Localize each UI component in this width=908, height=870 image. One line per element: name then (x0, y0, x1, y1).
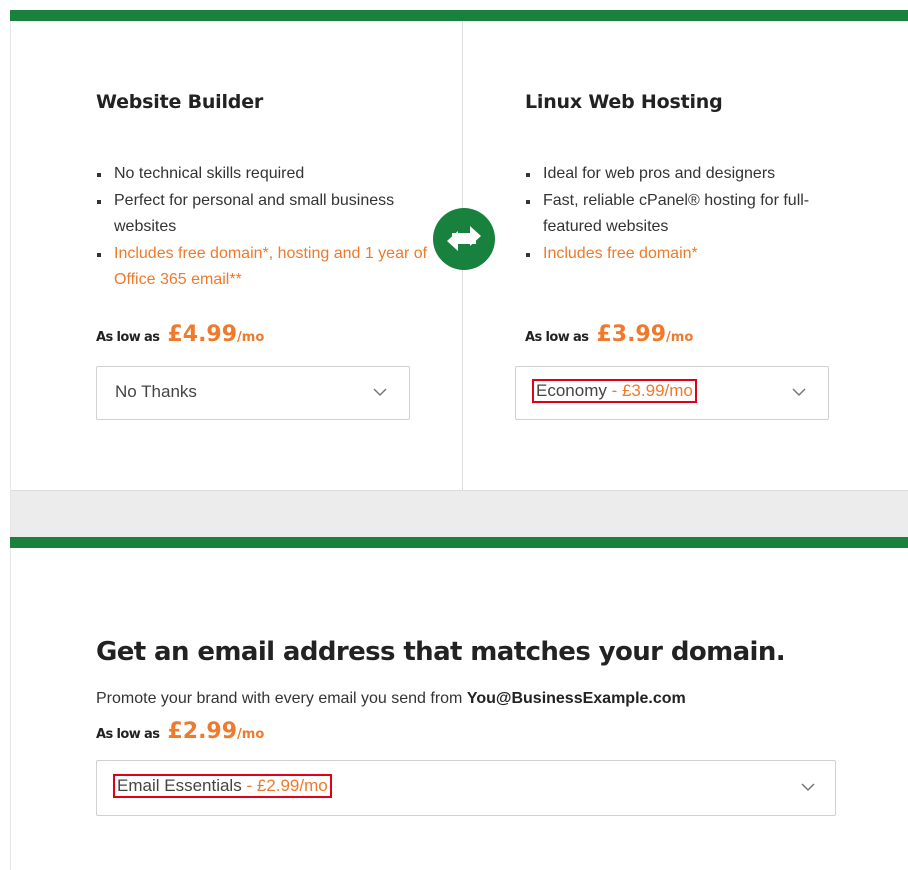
feature-item: No technical skills required (96, 161, 441, 188)
swap-arrows-icon[interactable] (433, 208, 495, 270)
website-builder-plan-select[interactable]: No Thanks (96, 366, 410, 420)
card-title: Website Builder (96, 91, 264, 113)
chevron-down-icon (373, 388, 387, 397)
section-separator (11, 490, 908, 537)
select-value: No Thanks (115, 382, 197, 401)
select-value: Economy - £3.99/mo (532, 379, 697, 403)
feature-item: Perfect for personal and small business … (96, 188, 441, 241)
email-plan-select[interactable]: Email Essentials - £2.99/mo (96, 760, 836, 816)
price-period: /mo (237, 727, 265, 742)
price-value: £3.99 (596, 322, 667, 347)
feature-item-highlight: Includes free domain* (525, 241, 855, 268)
linux-hosting-card: Linux Web Hosting Ideal for web pros and… (463, 21, 908, 490)
feature-item-highlight: Includes free domain*, hosting and 1 yea… (96, 241, 441, 294)
chevron-down-icon (792, 388, 806, 397)
price-value: £2.99 (167, 719, 238, 744)
top-green-bar (10, 10, 908, 21)
plan-price: - £3.99/mo (606, 381, 693, 400)
plan-name: Email Essentials (117, 776, 242, 795)
feature-item: Fast, reliable cPanel® hosting for full-… (525, 188, 855, 241)
price-period: /mo (666, 330, 694, 345)
website-builder-card: Website Builder No technical skills requ… (11, 21, 462, 490)
email-desc-text: Promote your brand with every email you … (96, 690, 467, 707)
feature-list: Ideal for web pros and designers Fast, r… (525, 161, 855, 267)
price-line: As low as £4.99/mo (96, 322, 264, 347)
linux-hosting-plan-select[interactable]: Economy - £3.99/mo (515, 366, 829, 420)
email-section-title: Get an email address that matches your d… (96, 637, 786, 667)
plan-name: Economy (536, 381, 607, 400)
select-value: Email Essentials - £2.99/mo (113, 774, 332, 798)
plan-price: - £2.99/mo (241, 776, 328, 795)
price-value: £4.99 (167, 322, 238, 347)
as-low-as-label: As low as (96, 727, 160, 742)
as-low-as-label: As low as (525, 330, 589, 345)
email-example-address: You@BusinessExample.com (466, 690, 686, 707)
feature-item: Ideal for web pros and designers (525, 161, 855, 188)
as-low-as-label: As low as (96, 330, 160, 345)
email-green-bar (10, 537, 908, 548)
card-title: Linux Web Hosting (525, 91, 723, 113)
price-period: /mo (237, 330, 265, 345)
email-description: Promote your brand with every email you … (96, 690, 686, 708)
swap-arrows-glyph (447, 226, 481, 251)
feature-list: No technical skills required Perfect for… (96, 161, 441, 294)
price-line: As low as £2.99/mo (96, 719, 264, 744)
price-line: As low as £3.99/mo (525, 322, 693, 347)
product-cards: Website Builder No technical skills requ… (11, 21, 908, 490)
upsell-page: Website Builder No technical skills requ… (0, 0, 908, 870)
chevron-down-icon (801, 783, 815, 792)
